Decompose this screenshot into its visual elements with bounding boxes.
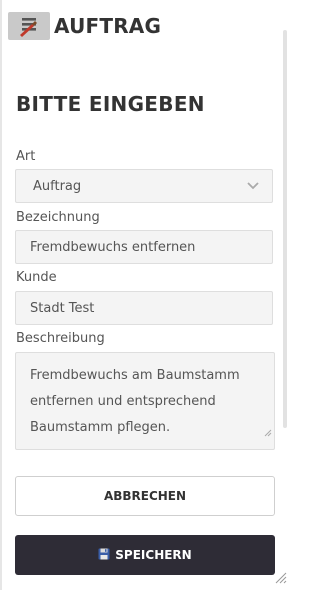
window-resize-icon[interactable] bbox=[275, 569, 287, 588]
bezeichnung-value: Fremdbewuchs entfernen bbox=[30, 239, 196, 255]
beschreibung-label: Beschreibung bbox=[16, 331, 105, 346]
beschreibung-textarea[interactable]: Fremdbewuchs am Baumstamm entfernen und … bbox=[15, 352, 275, 450]
bezeichnung-label: Bezeichnung bbox=[16, 210, 100, 225]
beschreibung-value: Fremdbewuchs am Baumstamm entfernen und … bbox=[30, 368, 240, 435]
kunde-input[interactable]: Stadt Test bbox=[15, 291, 273, 325]
save-label: SPEICHERN bbox=[115, 548, 192, 562]
save-button[interactable]: SPEICHERN bbox=[15, 535, 275, 575]
page-title: AUFTRAG bbox=[54, 14, 162, 38]
kunde-value: Stadt Test bbox=[30, 300, 95, 316]
header: AUFTRAG bbox=[8, 8, 161, 44]
scrollbar[interactable] bbox=[283, 30, 287, 428]
chevron-down-icon bbox=[246, 180, 260, 195]
bezeichnung-input[interactable]: Fremdbewuchs entfernen bbox=[15, 230, 273, 264]
cancel-button[interactable]: ABBRECHEN bbox=[15, 476, 275, 516]
cancel-label: ABBRECHEN bbox=[103, 489, 187, 503]
resize-handle-icon[interactable] bbox=[264, 421, 272, 447]
menu-icon bbox=[16, 15, 42, 37]
kunde-label: Kunde bbox=[16, 270, 57, 285]
floppy-disk-icon bbox=[98, 548, 110, 563]
art-select[interactable]: Auftrag bbox=[15, 169, 273, 203]
left-border bbox=[0, 0, 2, 590]
art-label: Art bbox=[16, 149, 36, 164]
section-title: BITTE EINGEBEN bbox=[16, 92, 205, 116]
menu-button[interactable] bbox=[8, 12, 50, 40]
art-value: Auftrag bbox=[33, 178, 82, 194]
